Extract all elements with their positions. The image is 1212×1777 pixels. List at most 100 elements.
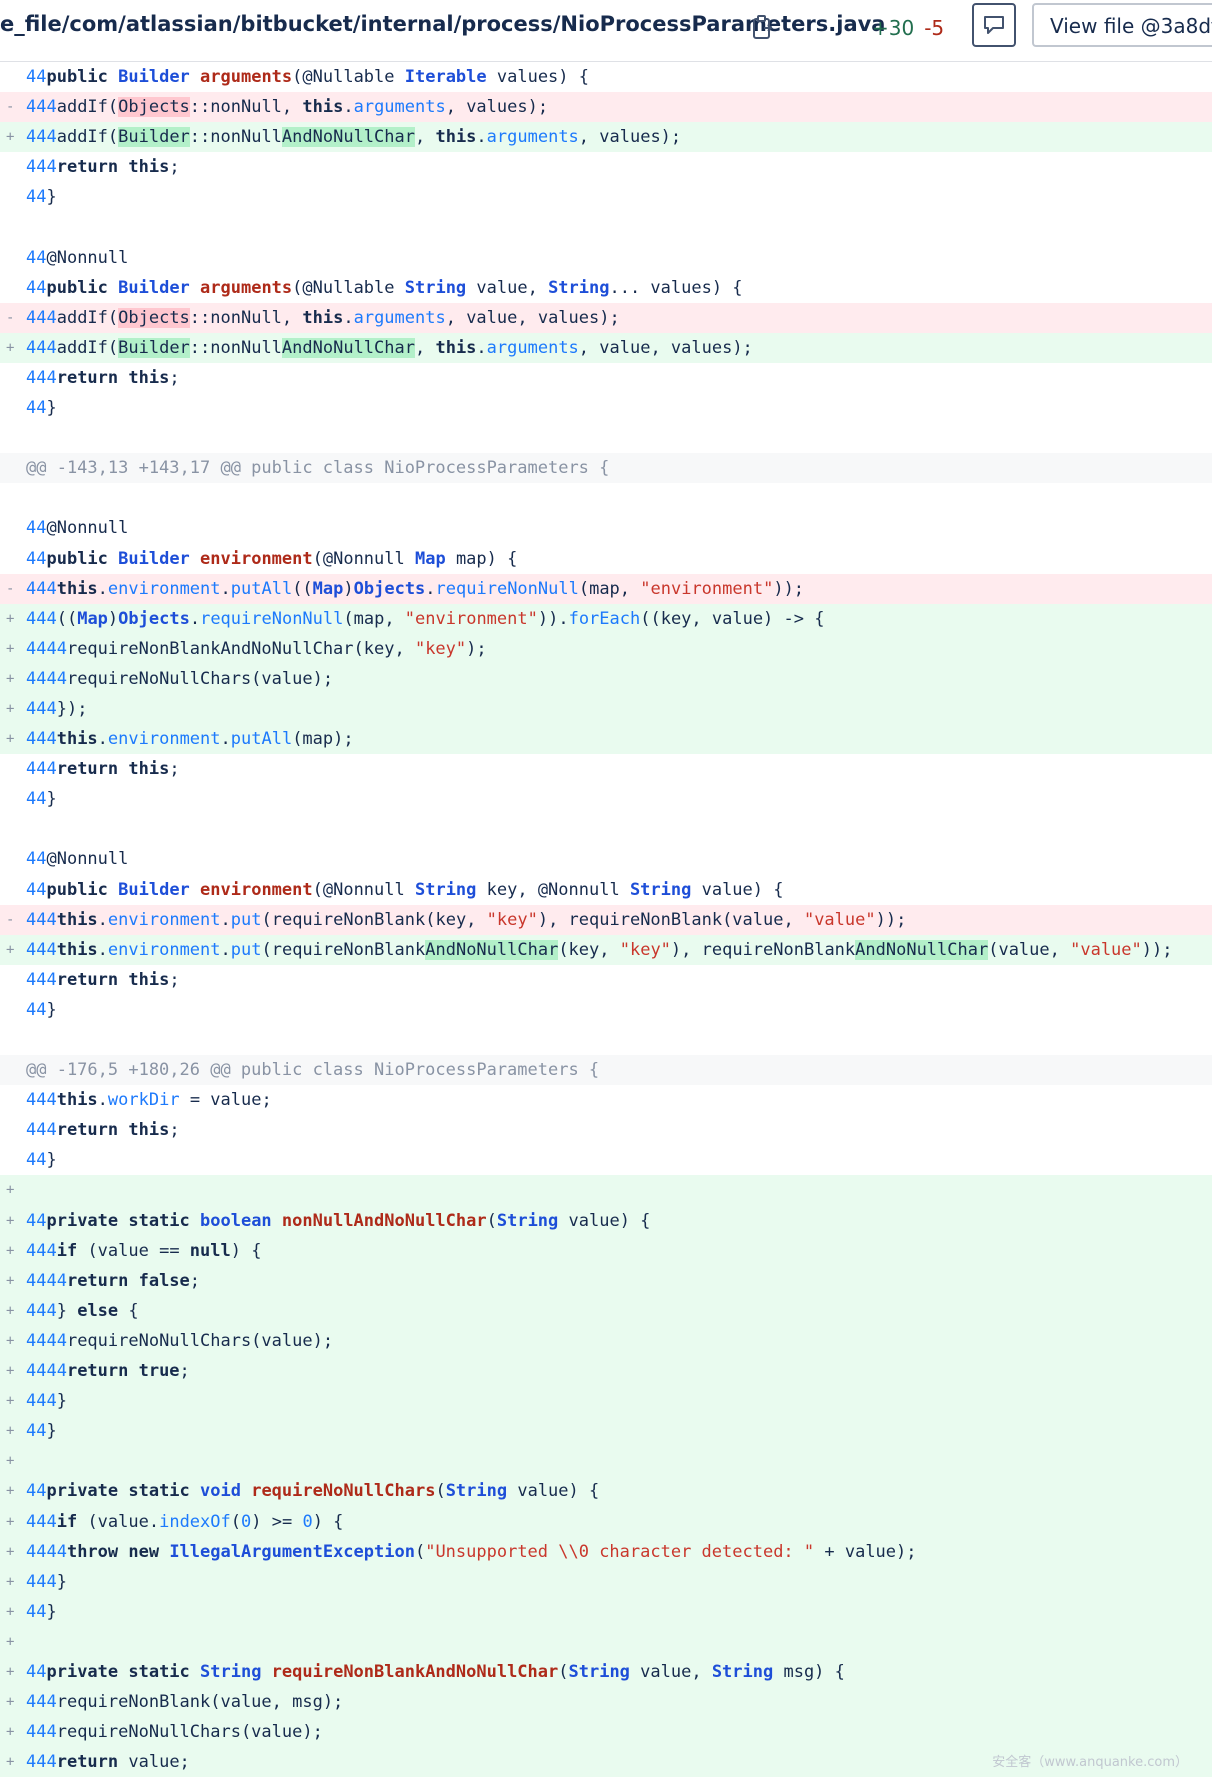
code-text: @@ -143,13 +143,17 @@ public class NioPr… [26, 453, 609, 483]
indent-guide: 44 [26, 1421, 47, 1442]
code-token: String [548, 277, 610, 298]
code-token: AndNoNullChar [281, 127, 415, 148]
code-text: 4444requireNonBlankAndNoNullChar(key, "k… [26, 634, 487, 664]
indent-guide: 4444 [26, 1330, 67, 1351]
diff-line-context: 44public Builder arguments(@Nullable Ite… [0, 62, 1212, 92]
code-token: . [220, 729, 231, 750]
diff-line-context: 44public Builder environment(@Nonnull Ma… [0, 544, 1212, 574]
indent-guide: 4444 [26, 1541, 67, 1562]
copy-icon[interactable] [752, 14, 774, 40]
code-text: 444addIf(Builder::nonNullAndNoNullChar , … [26, 122, 681, 152]
code-token: addIf( [56, 307, 119, 328]
code-token: ( [435, 1481, 446, 1502]
diff-marker: + [6, 1332, 15, 1349]
indent-guide: 44 [26, 849, 47, 870]
diff-line-added: +444this.environment.putAll(map); [0, 724, 1212, 755]
code-text: 444this.environment.putAll((Map)Objects.… [26, 574, 804, 604]
code-token: key, @Nonnull [476, 879, 630, 900]
comment-button[interactable] [972, 3, 1016, 47]
indent-guide: 444 [26, 1722, 57, 1743]
code-token: Objects [118, 97, 190, 118]
code-token: } [56, 1571, 67, 1592]
diff-line-added: +444}); [0, 693, 1212, 725]
code-token: requireNoNullChars(value); [66, 668, 334, 689]
code-token: return true [66, 1361, 180, 1382]
diff-line-context: 444return this; [0, 152, 1212, 182]
indent-guide: 44 [26, 1661, 47, 1682]
diff-marker: + [6, 129, 15, 146]
code-token: AndNoNullChar [855, 939, 989, 960]
code-token: String [496, 1210, 559, 1231]
code-token: value) { [558, 1210, 651, 1231]
diff-marker: + [6, 1754, 15, 1771]
code-token: . [220, 578, 231, 599]
indent-guide: 4444 [26, 638, 67, 659]
code-token: this [302, 97, 344, 118]
indent-guide: 444 [26, 307, 57, 328]
diff-line-added: +44private static boolean nonNullAndNoNu… [0, 1205, 1212, 1236]
diff-marker: + [6, 1302, 15, 1319]
diff-line-context: 44} [0, 784, 1212, 814]
diff-line-context: 444return this; [0, 1115, 1212, 1145]
code-token: public [46, 879, 119, 900]
diff-line-added: +444} [0, 1566, 1212, 1597]
code-text: 444requireNonBlank(value, msg); [26, 1687, 343, 1717]
code-token: } [46, 1150, 57, 1171]
code-token: environment [107, 578, 221, 599]
diff-line-context [0, 483, 1212, 513]
code-text: 444this.environment.putAll(map); [26, 724, 354, 754]
code-token: , value, values); [445, 307, 620, 328]
code-token: (key, [558, 939, 620, 960]
code-token: ), requireNonBlank [670, 939, 856, 960]
code-token: , [414, 127, 436, 148]
hunk-header: @@ -143,13 +143,17 @@ public class NioPr… [0, 453, 1212, 484]
view-file-button[interactable]: View file @3a8dfa [1032, 3, 1212, 47]
code-token: putAll [230, 729, 293, 750]
code-token: . [97, 729, 108, 750]
code-token: (( [292, 578, 313, 599]
code-token: + value); [814, 1541, 917, 1562]
code-text: 44} [26, 1416, 57, 1446]
diff-line-context: 44@Nonnull [0, 243, 1212, 273]
code-token: String [568, 1661, 630, 1682]
code-token: ; [179, 1361, 190, 1382]
indent-guide: 444 [26, 127, 57, 148]
diff-line-context: 44public Builder environment(@Nonnull St… [0, 875, 1212, 905]
diff-line-context: 44} [0, 1145, 1212, 1175]
code-token: if [56, 1240, 78, 1261]
code-token: "environment" [640, 578, 774, 599]
diff-line-added: +444if (value == null) { [0, 1235, 1212, 1266]
code-text: 4444requireNoNullChars(value); [26, 1326, 333, 1356]
code-token: arguments [486, 127, 579, 148]
code-token: value) { [507, 1481, 600, 1502]
code-token: environment [107, 909, 221, 930]
code-text: 444return this; [26, 754, 180, 784]
code-token: (map, [578, 578, 641, 599]
code-token: (value == [77, 1240, 190, 1261]
code-token: throw new [66, 1541, 170, 1562]
code-token: putAll [230, 578, 293, 599]
code-token: @Nonnull [46, 849, 129, 870]
code-text: 44public Builder arguments(@Nullable Ite… [26, 62, 589, 92]
code-text: 444if (value == null) { [26, 1236, 261, 1266]
code-text: 4444requireNoNullChars(value); [26, 664, 333, 694]
diff-marker: + [6, 1573, 15, 1590]
code-text: 444requireNoNullChars(value); [26, 1717, 323, 1747]
code-token: , values); [445, 97, 549, 118]
diff-line-added: +444this.environment.put(requireNonBlank… [0, 934, 1212, 965]
indent-guide: 444 [26, 1752, 57, 1773]
code-text: 44private static void requireNoNullChars… [26, 1476, 599, 1506]
code-token: return this [56, 1120, 170, 1141]
code-token: workDir [107, 1090, 180, 1111]
diff-line-added: +44} [0, 1416, 1212, 1447]
code-text: 44} [26, 784, 57, 814]
code-token: String [711, 1661, 774, 1682]
code-text: 444} [26, 1567, 67, 1597]
code-token: Builder [118, 337, 190, 358]
file-header: e_file/com/atlassian/bitbucket/internal/… [0, 0, 1212, 62]
code-token: } [56, 1300, 78, 1321]
code-token: return this [56, 367, 170, 388]
code-token: "value" [803, 909, 876, 930]
code-token: , [414, 337, 436, 358]
code-token: Objects [118, 307, 190, 328]
